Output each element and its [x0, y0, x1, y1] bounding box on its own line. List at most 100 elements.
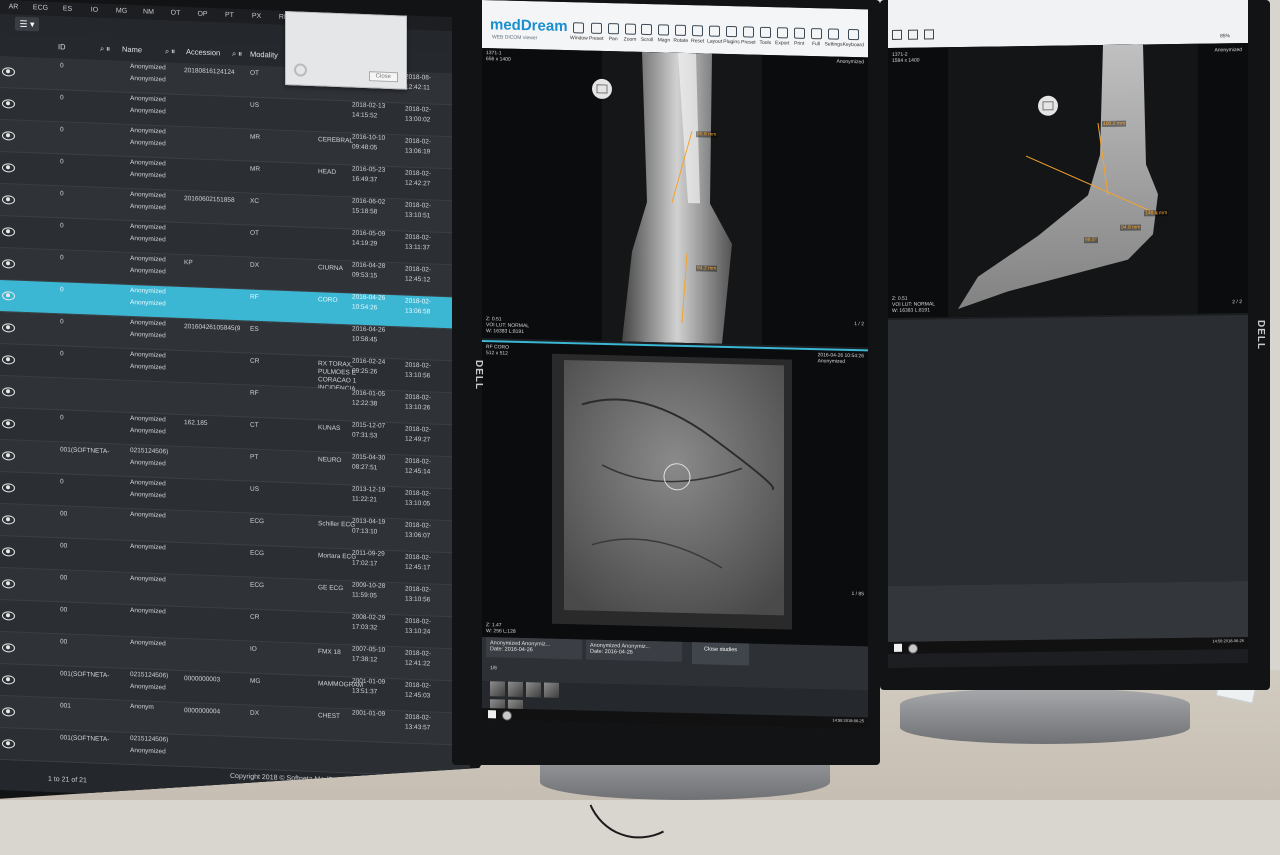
viewport-empty[interactable]: [888, 314, 1248, 586]
eye-icon[interactable]: [2, 291, 15, 301]
eye-icon[interactable]: [2, 707, 15, 717]
eye-icon[interactable]: [2, 355, 15, 365]
tool-button[interactable]: Magn: [655, 24, 672, 48]
modality-tab[interactable]: ES: [54, 2, 81, 17]
modality-tab[interactable]: AR: [0, 0, 27, 15]
windows-start-icon[interactable]: [894, 643, 902, 652]
series-thumbnail[interactable]: [490, 681, 505, 697]
measurement-label[interactable]: 146.9 mm: [1144, 210, 1169, 217]
eye-icon[interactable]: [2, 419, 15, 429]
eye-icon[interactable]: [2, 131, 15, 141]
measurement-label[interactable]: 100.2 mm: [1102, 120, 1127, 128]
tool-button[interactable]: Reset: [689, 25, 706, 49]
search-icon[interactable]: ⌕ ⏸: [165, 46, 175, 56]
center-monitor: medDream WEB DICOM viewer Window Preset Pa…: [452, 0, 880, 765]
hamburger-icon[interactable]: ☰ ▾: [15, 16, 39, 32]
tool-button[interactable]: Settings: [824, 28, 843, 52]
viewport-top[interactable]: 1371-1 656 x 1400 Anonymized 90.8 mm 94.2…: [482, 48, 868, 348]
tool-label: Scroll: [640, 36, 654, 44]
tool-icon: [624, 23, 636, 35]
tool-button[interactable]: Print: [791, 27, 808, 52]
eye-icon[interactable]: [2, 547, 15, 557]
measurement-label[interactable]: 90.8 mm: [696, 131, 718, 138]
cell-received-date: 2018-02-: [405, 585, 432, 594]
eye-icon[interactable]: [2, 195, 15, 205]
tool-button[interactable]: Window: [570, 22, 588, 46]
cell-modality: US: [250, 485, 260, 493]
windows-start-icon[interactable]: [488, 710, 496, 719]
eye-icon[interactable]: [2, 675, 15, 685]
eye-icon[interactable]: [2, 739, 15, 749]
eye-icon[interactable]: [2, 483, 15, 493]
dialog-close-button[interactable]: Close: [368, 71, 398, 83]
tool-button[interactable]: Export: [774, 27, 791, 51]
column-accession[interactable]: Accession: [186, 47, 220, 57]
tool-button[interactable]: Pan: [605, 23, 622, 47]
search-icon[interactable]: ⌕ ⏸: [232, 49, 242, 59]
cell-received-time: 13:11:37: [405, 243, 430, 252]
modality-tab[interactable]: IO: [81, 3, 108, 18]
series-thumbnail[interactable]: [544, 682, 559, 698]
eye-icon[interactable]: [2, 451, 15, 461]
modality-tab[interactable]: ECG: [27, 1, 54, 16]
tool-button[interactable]: Tools: [757, 26, 774, 51]
viewport-bottom[interactable]: RF CORO 512 x 512 2016-04-26 10:54:26 Anon…: [482, 340, 868, 648]
eye-icon[interactable]: [2, 67, 15, 77]
column-name[interactable]: Name: [122, 45, 142, 55]
tool-icon: [742, 26, 754, 38]
modality-tab[interactable]: PT: [216, 8, 243, 23]
eye-icon[interactable]: [2, 227, 15, 237]
cell-study-date: 2016-04-26: [352, 325, 386, 334]
modality-tab[interactable]: OT: [162, 6, 189, 21]
cell-received-time: 13:06:07: [405, 531, 431, 540]
tool-button[interactable]: Rotate: [672, 24, 689, 49]
measurement-label[interactable]: 94.8 mm: [1120, 224, 1142, 231]
tool-icon[interactable]: [892, 29, 902, 40]
angle-label[interactable]: 98.5°: [1084, 237, 1098, 244]
tool-icon: [759, 26, 771, 39]
cell-received-date: 2018-02-: [405, 617, 432, 626]
browser-icon[interactable]: [502, 710, 512, 721]
eye-icon[interactable]: [2, 515, 15, 525]
eye-icon[interactable]: [2, 99, 15, 109]
browser-icon[interactable]: [908, 643, 918, 654]
thumbnail-counter: 1/6: [490, 665, 497, 672]
tool-button[interactable]: Zoom: [622, 23, 639, 47]
modality-tab[interactable]: MG: [108, 4, 135, 19]
tool-button[interactable]: Plugins: [723, 25, 740, 50]
tool-icon[interactable]: [908, 29, 918, 40]
study-tab[interactable]: Anonymized Anonymiz... Date: 2016-04-26: [486, 637, 582, 660]
tool-icon[interactable]: [924, 29, 934, 40]
study-tab[interactable]: Anonymized Anonymiz... Date: 2016-04-26: [586, 639, 682, 662]
eye-icon[interactable]: [2, 611, 15, 621]
cell-received-date: 2018-02-: [405, 169, 432, 178]
series-thumbnail[interactable]: [526, 682, 541, 698]
eye-icon[interactable]: [2, 259, 15, 269]
series-thumbnail[interactable]: [508, 681, 523, 698]
eye-icon[interactable]: [2, 643, 15, 653]
cell-modality: ECG: [250, 581, 265, 590]
cell-study-time: 07:31:53: [352, 431, 378, 440]
column-id[interactable]: ID: [58, 42, 66, 51]
cell-modality: OT: [250, 229, 260, 237]
viewport-lateral[interactable]: 1371-2 1584 x 1400 Anonymized 100.2 mm 14…: [888, 42, 1248, 319]
eye-icon[interactable]: [2, 387, 15, 397]
modality-tab[interactable]: OP: [189, 7, 216, 22]
modality-tab[interactable]: NM: [135, 5, 162, 20]
tool-button[interactable]: Preset: [588, 22, 605, 47]
tool-button[interactable]: Full: [808, 28, 825, 52]
eye-icon[interactable]: [2, 323, 15, 333]
tool-button[interactable]: Layout: [706, 25, 723, 49]
eye-icon[interactable]: [2, 579, 15, 589]
close-studies-button[interactable]: Close studies: [692, 642, 750, 666]
zoom-percent[interactable]: 85%: [1220, 33, 1230, 39]
measurement-label[interactable]: 94.2 mm: [696, 265, 718, 272]
cell-study-date: 2015-04-30: [352, 453, 386, 462]
tool-button[interactable]: Preset: [740, 26, 757, 50]
modality-tab[interactable]: PX: [243, 9, 270, 24]
tool-button[interactable]: Scroll: [639, 23, 656, 48]
eye-icon[interactable]: [2, 163, 15, 173]
search-icon[interactable]: ⌕ ⏸: [100, 44, 110, 54]
column-modality[interactable]: Modality: [250, 50, 278, 60]
tool-button[interactable]: Keyboard: [843, 28, 864, 54]
